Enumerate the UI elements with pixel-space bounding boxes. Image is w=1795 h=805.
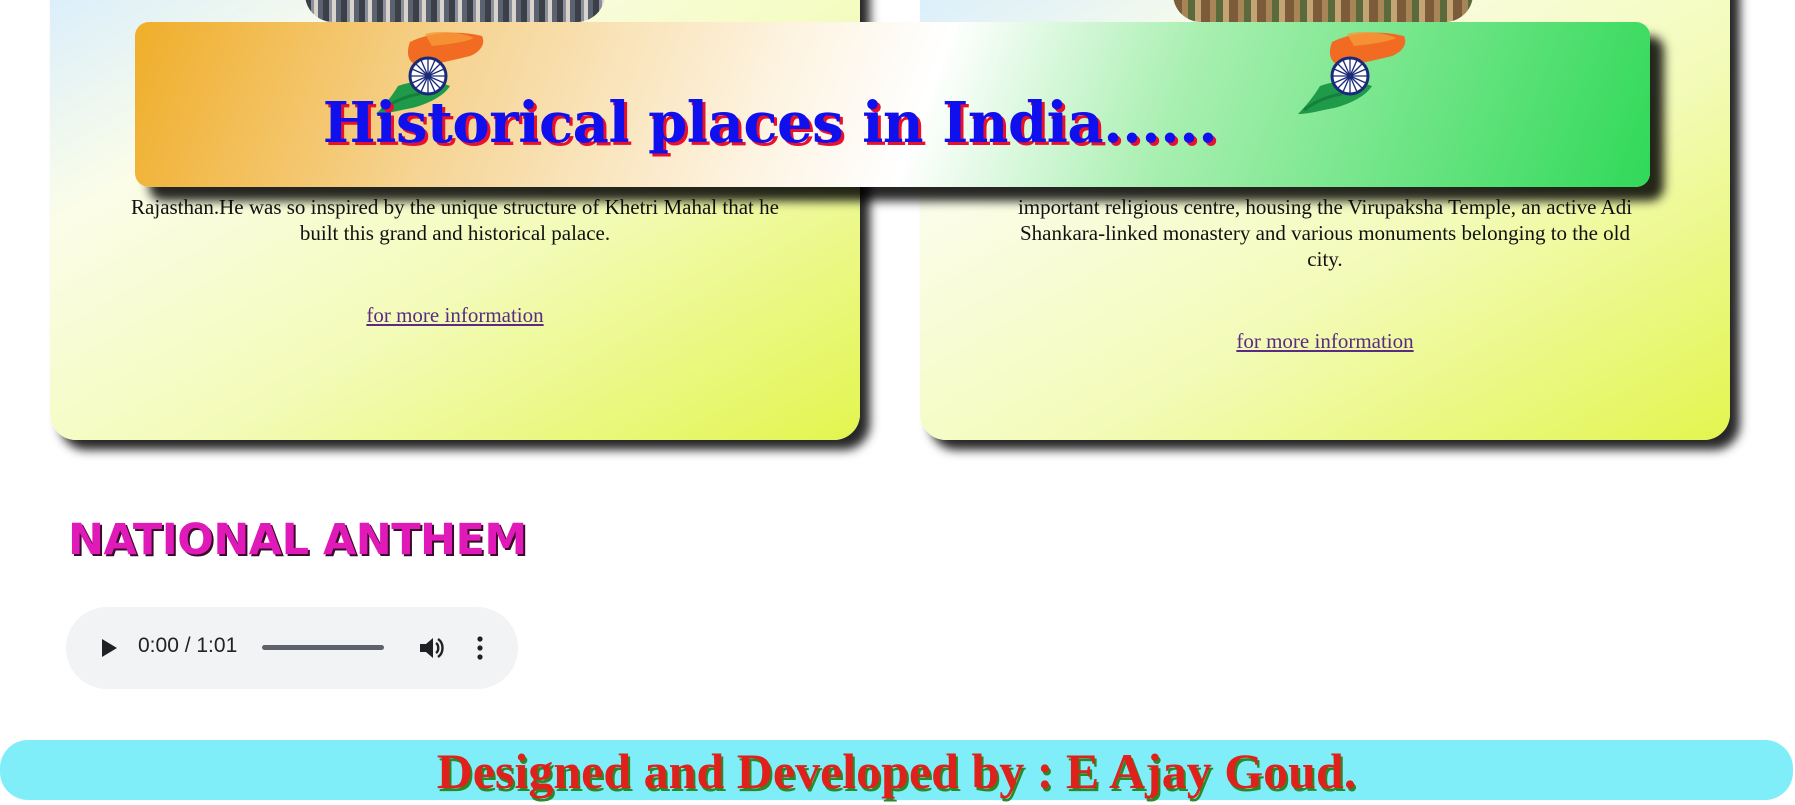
more-info-link[interactable]: for more information (920, 329, 1730, 354)
audio-time: 0:00 / 1:01 (138, 634, 238, 657)
place-photo (305, 0, 605, 22)
anthem-audio-player[interactable]: 0:00 / 1:01 (66, 607, 518, 689)
anthem-heading: NATIONAL ANTHEM (68, 515, 527, 565)
page: Rajasthan.He was so inspired by the uniq… (0, 0, 1795, 805)
audio-progress-slider[interactable] (262, 645, 384, 650)
footer-credit: Designed and Developed by : E Ajay Goud. (436, 743, 1357, 799)
play-icon[interactable] (94, 634, 122, 662)
place-description: important religious centre, housing the … (1017, 195, 1633, 271)
place-photo (1173, 0, 1473, 22)
page-title: Historical places in India...... (322, 90, 1218, 156)
footer: Designed and Developed by : E Ajay Goud. (0, 740, 1793, 800)
more-options-icon[interactable] (468, 633, 492, 663)
more-info-link[interactable]: for more information (50, 303, 860, 328)
volume-icon[interactable] (416, 633, 446, 663)
place-description: Rajasthan.He was so inspired by the uniq… (131, 195, 779, 245)
